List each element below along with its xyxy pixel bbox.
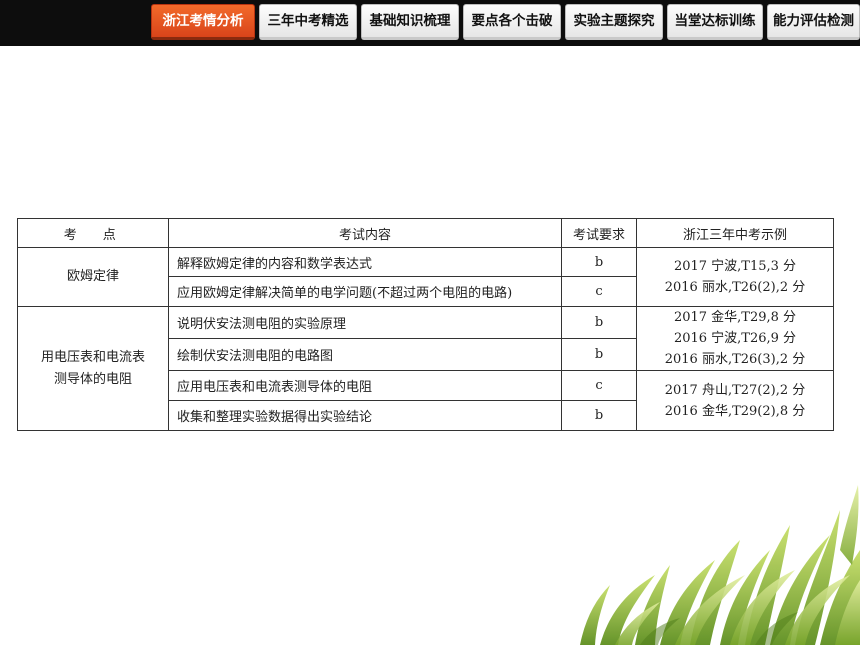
tab-ability-assessment[interactable]: 能力评估检测 — [767, 4, 860, 40]
top-nav-bar: 浙江考情分析 三年中考精选 基础知识梳理 要点各个击破 实验主题探究 当堂达标训… — [0, 0, 860, 46]
exam-content-cell: 应用欧姆定律解决简单的电学问题(不超过两个电阻的电路) — [168, 276, 562, 307]
example-line: 2017 宁波,T15,3 分 — [673, 259, 797, 274]
exam-example-cell: 2017 金华,T29,8 分 2016 宁波,T26,9 分 2016 丽水,… — [636, 306, 834, 371]
exam-content-cell: 应用电压表和电流表测导体的电阻 — [168, 370, 562, 401]
tab-zhejiang-analysis[interactable]: 浙江考情分析 — [151, 4, 255, 40]
table-row: 欧姆定律 解释欧姆定律的内容和数学表达式 b 2017 宁波,T15,3 分 2… — [17, 247, 834, 307]
example-line: 2017 金华,T29,8 分 — [673, 310, 797, 325]
tab-experiment-inquiry[interactable]: 实验主题探究 — [565, 4, 663, 40]
exam-content-cell: 解释欧姆定律的内容和数学表达式 — [168, 247, 562, 277]
exam-requirement-cell: c — [561, 370, 637, 401]
exam-requirement-cell: c — [561, 276, 637, 307]
exam-point-cell: 用电压表和电流表 测导体的电阻 — [17, 306, 169, 431]
grass-decoration-icon — [580, 485, 860, 645]
exam-requirement-cell: b — [561, 247, 637, 277]
exam-content-cell: 绘制伏安法测电阻的电路图 — [168, 338, 562, 371]
exam-requirement-cell: b — [561, 400, 637, 431]
exam-content-cell: 收集和整理实验数据得出实验结论 — [168, 400, 562, 431]
example-line: 2016 丽水,T26(2),2 分 — [664, 280, 806, 295]
tab-basic-knowledge[interactable]: 基础知识梳理 — [361, 4, 459, 40]
exam-point-label: 用电压表和电流表 — [40, 349, 145, 365]
example-line: 2016 丽水,T26(3),2 分 — [664, 352, 806, 367]
example-line: 2017 舟山,T27(2),2 分 — [664, 382, 806, 398]
exam-requirement-cell: b — [561, 338, 637, 371]
example-line: 2016 宁波,T26,9 分 — [673, 331, 797, 346]
exam-content-cell: 说明伏安法测电阻的实验原理 — [168, 306, 562, 339]
table-header-row: 考 点 考试内容 考试要求 浙江三年中考示例 — [17, 218, 834, 248]
exam-point-label: 欧姆定律 — [66, 269, 119, 284]
tab-three-year-selection[interactable]: 三年中考精选 — [259, 4, 357, 40]
example-line: 2016 金华,T29(2),8 分 — [664, 403, 806, 419]
exam-point-cell: 欧姆定律 — [17, 247, 169, 307]
exam-requirement-cell: b — [561, 306, 637, 339]
exam-example-cell: 2017 舟山,T27(2),2 分 2016 金华,T29(2),8 分 — [636, 370, 834, 431]
table-row: 用电压表和电流表 测导体的电阻 说明伏安法测电阻的实验原理 b 2017 金华,… — [17, 306, 834, 431]
exam-example-cell: 2017 宁波,T15,3 分 2016 丽水,T26(2),2 分 — [636, 247, 834, 307]
header-exam-point: 考 点 — [17, 218, 169, 248]
exam-point-label: 测导体的电阻 — [53, 371, 132, 387]
tab-key-points[interactable]: 要点各个击破 — [463, 4, 561, 40]
header-exam-content: 考试内容 — [168, 218, 562, 248]
header-exam-requirement: 考试要求 — [561, 218, 637, 248]
exam-analysis-table: 考 点 考试内容 考试要求 浙江三年中考示例 欧姆定律 解释欧姆定律的内容和数学… — [17, 218, 834, 431]
tab-class-training[interactable]: 当堂达标训练 — [667, 4, 763, 40]
header-zhejiang-examples: 浙江三年中考示例 — [636, 218, 834, 248]
